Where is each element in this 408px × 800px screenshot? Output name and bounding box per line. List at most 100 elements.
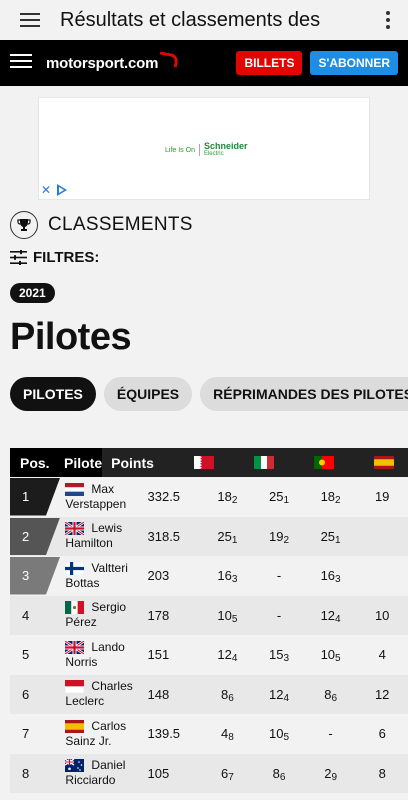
race-result-cell: 105 xyxy=(305,647,357,665)
race-position: 2 xyxy=(231,495,238,507)
header-points[interactable]: Points xyxy=(102,455,174,471)
race-result-cell: 124 xyxy=(253,687,305,704)
race-position: 7 xyxy=(228,771,234,783)
ad-close-icon[interactable]: ✕ xyxy=(41,183,51,197)
race-points: 19 xyxy=(374,489,390,505)
race-result-cell: 29 xyxy=(305,766,357,783)
table-row[interactable]: 3 Valtteri Bottas 203 163-163 xyxy=(10,556,408,596)
race-position: 5 xyxy=(335,653,341,665)
flag-italy-icon[interactable] xyxy=(234,456,294,469)
race-result-cell: 124 xyxy=(202,647,254,665)
classements-heading: CLASSEMENTS xyxy=(10,211,193,239)
driver-cell[interactable]: Valtteri Bottas xyxy=(56,556,138,596)
driver-cell[interactable]: Sergio Pérez xyxy=(56,596,138,636)
race-result-cell: 6 xyxy=(356,726,408,741)
race-position: 1 xyxy=(283,495,290,507)
position-number: 7 xyxy=(22,726,30,742)
flag-bahrain-icon[interactable] xyxy=(174,456,234,469)
driver-cell[interactable]: Lando Norris xyxy=(56,635,138,675)
race-result-cell: 86 xyxy=(253,765,305,783)
table-row[interactable]: 2 Lewis Hamilton 318.5 251 192 251 xyxy=(10,516,408,557)
race-points: 10 xyxy=(217,607,232,623)
flag-spain-icon[interactable] xyxy=(354,456,408,469)
race-result-cell: 10 xyxy=(356,608,408,623)
hamburger-menu-icon[interactable] xyxy=(0,12,60,28)
table-row[interactable]: 7 Carlos Sainz Jr. 139.5 48 105-6 xyxy=(10,714,408,754)
race-result-cell: 19 xyxy=(356,489,408,504)
logo-text: motorsport.com xyxy=(46,54,159,72)
position-cell: 7 xyxy=(10,714,56,754)
position-number: 1 xyxy=(22,489,30,505)
table-row[interactable]: 6 Charles Leclerc 148 86 124 86 12 xyxy=(10,674,408,715)
header-pilote[interactable]: Pilote xyxy=(64,455,102,471)
position-cell: 3 xyxy=(10,556,60,596)
race-points: - xyxy=(276,607,282,623)
position-cell: 6 xyxy=(10,675,56,715)
race-position: 2 xyxy=(283,534,290,546)
race-result-cell: 86 xyxy=(305,687,357,704)
driver-last-name: Pérez xyxy=(65,615,97,630)
race-result-cell: - xyxy=(305,726,357,741)
race-position: 4 xyxy=(231,653,238,665)
driver-cell[interactable]: Carlos Sainz Jr. xyxy=(56,714,138,754)
driver-first-name: Max xyxy=(91,481,115,496)
position-cell: 8 xyxy=(10,754,56,794)
driver-first-name: Carlos xyxy=(91,718,127,733)
race-result-cell: - xyxy=(253,608,305,623)
tab-pilotes[interactable]: PILOTES xyxy=(10,377,96,411)
app-bar: Résultats et classements des xyxy=(0,0,408,40)
race-result-cell: 251 xyxy=(253,489,305,507)
ad-choices-icon[interactable] xyxy=(57,184,67,196)
race-result-cell: 48 xyxy=(202,726,254,743)
table-row[interactable]: 1 Max Verstappen 332.5 182 251 182 19 xyxy=(10,477,408,517)
more-options-icon[interactable] xyxy=(368,11,408,29)
table-row[interactable]: 5 Lando Norris 151 124 153 105 4 xyxy=(10,635,408,675)
filters-label: FILTRES: xyxy=(33,249,100,266)
driver-cell[interactable]: Charles Leclerc xyxy=(56,675,138,715)
race-result-cell: 86 xyxy=(202,687,254,704)
race-result-cell: 163 xyxy=(202,568,254,586)
motorsport-logo[interactable]: motorsport.com xyxy=(46,50,180,72)
driver-last-name: Verstappen xyxy=(65,496,127,511)
tab-equipes[interactable]: ÉQUIPES xyxy=(103,377,193,411)
race-points: 8 xyxy=(378,765,386,781)
flag-portugal-icon[interactable] xyxy=(294,456,354,469)
year-filter-chip[interactable]: 2021 xyxy=(10,283,55,303)
points-cell: 178 xyxy=(147,607,170,623)
subscribe-button[interactable]: S'ABONNER xyxy=(310,51,398,75)
table-row[interactable]: 8 Daniel Ricciardo 105 67 86 29 8 xyxy=(10,753,408,794)
position-number: 8 xyxy=(22,765,30,781)
race-points: 12 xyxy=(320,607,336,623)
race-points: 15 xyxy=(269,647,284,663)
race-points: 8 xyxy=(272,765,280,781)
race-position: 3 xyxy=(231,574,238,586)
tab-reprimandes[interactable]: RÉPRIMANDES DES PILOTES xyxy=(200,377,408,411)
driver-cell[interactable]: Lewis Hamilton xyxy=(56,517,138,557)
race-position: 9 xyxy=(331,771,337,783)
position-number: 5 xyxy=(22,647,30,663)
race-result-cell: 251 xyxy=(305,529,357,546)
race-points: 12 xyxy=(374,686,390,702)
race-points: 4 xyxy=(378,647,386,663)
race-points: - xyxy=(276,568,282,584)
site-menu-icon[interactable] xyxy=(10,53,34,74)
driver-cell[interactable]: Daniel Ricciardo xyxy=(56,754,138,794)
ad-banner[interactable]: Life Is On Schneider Electric ✕ xyxy=(38,97,370,200)
driver-last-name: Norris xyxy=(65,654,98,669)
driver-first-name: Lando xyxy=(91,639,125,654)
billets-button[interactable]: BILLETS xyxy=(236,51,303,75)
race-position: 3 xyxy=(335,574,341,586)
race-position: 6 xyxy=(331,692,337,704)
driver-cell[interactable]: Max Verstappen xyxy=(56,477,138,517)
race-position: 5 xyxy=(283,732,290,744)
flag-australia-icon xyxy=(65,759,91,773)
race-result-cell: - xyxy=(253,568,305,583)
filter-sliders-icon xyxy=(10,250,27,265)
filters-toggle[interactable]: FILTRES: xyxy=(10,249,99,266)
table-row[interactable]: 4 Sergio Pérez 178 105-124 10 xyxy=(10,595,408,636)
race-result-cell: 105 xyxy=(202,607,254,625)
ad-brand: Schneider xyxy=(203,141,248,151)
flag-netherlands-icon xyxy=(65,482,91,496)
driver-last-name: Bottas xyxy=(65,575,100,590)
race-result-cell: 67 xyxy=(202,766,254,783)
